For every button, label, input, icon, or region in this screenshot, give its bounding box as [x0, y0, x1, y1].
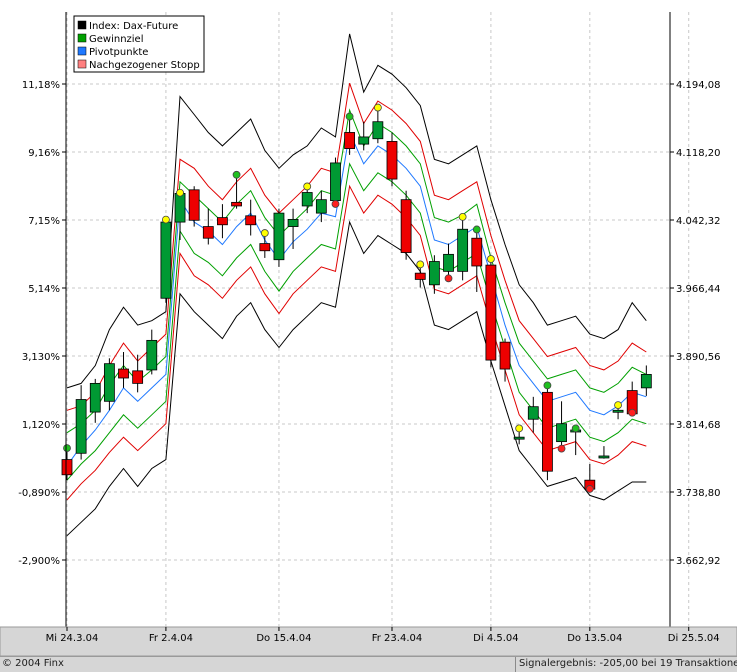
candle-up — [556, 423, 567, 443]
right-tick-label: 4.118,20 — [676, 148, 721, 159]
left-tick-label: -0,890% — [18, 488, 60, 499]
right-tick-label: 3.814,68 — [676, 420, 721, 431]
signal-marker — [515, 424, 524, 433]
signal-marker — [585, 485, 594, 493]
candle-up — [640, 374, 652, 389]
right-tick-label: 3.890,56 — [676, 352, 721, 363]
right-tick-label: 4.194,08 — [676, 80, 721, 91]
signal-marker — [373, 103, 382, 112]
signal-marker — [486, 255, 495, 263]
signal-marker — [416, 260, 425, 269]
candle-up — [75, 399, 87, 454]
signal-marker — [63, 444, 71, 453]
candle-down — [471, 237, 483, 267]
signal-result-panel: Signalergebnis: -205,00 bei 19 Transakti… — [515, 657, 737, 672]
candle-down — [245, 215, 257, 226]
candle-down — [499, 341, 511, 370]
signal-marker — [260, 229, 269, 237]
x-tick-label: Do 13.5.04 — [567, 633, 622, 644]
signal-marker — [345, 112, 354, 121]
right-tick-label: 3.662,92 — [676, 556, 721, 567]
signal-marker — [614, 401, 622, 410]
candle-up — [315, 199, 327, 214]
candle-up — [103, 363, 115, 402]
left-tick-label: 11,18% — [22, 80, 60, 91]
candlestick-chart: 11,18% 4.194,08 9,16% 4.118,20 7,15% 4.042,32… — [0, 0, 737, 657]
signal-marker — [176, 188, 184, 197]
status-bar: © 2004 Finx Signalergebnis: -205,00 bei … — [0, 656, 737, 672]
legend-swatch — [77, 33, 87, 43]
candle-down — [542, 391, 553, 472]
candle-up — [612, 409, 624, 413]
signal-marker — [162, 215, 170, 224]
signal-marker — [571, 424, 580, 433]
candle-down — [132, 370, 144, 384]
legend-label: Gewinnziel — [89, 34, 144, 45]
candle-down — [188, 189, 200, 221]
candle-down — [386, 141, 398, 180]
right-tick-label: 3.738,80 — [676, 488, 721, 499]
left-tick-label: 3,130% — [22, 352, 60, 363]
candle-up — [301, 192, 313, 207]
x-tick-label: Fr 23.4.04 — [372, 633, 422, 644]
signal-marker — [331, 200, 340, 208]
copyright-text: © 2004 Finx — [2, 658, 64, 669]
x-tick-label: Di 25.5.04 — [668, 633, 720, 644]
signal-marker — [628, 408, 637, 417]
candle-down — [61, 459, 73, 476]
legend-label: Index: Dax-Future — [89, 21, 178, 32]
x-tick-label: Mi 24.3.04 — [46, 633, 99, 644]
x-axis-panel — [0, 626, 737, 657]
signal-marker — [303, 182, 312, 191]
candle-up — [287, 218, 299, 227]
x-tick-label: Fr 2.4.04 — [149, 633, 193, 644]
candle-up — [428, 261, 440, 286]
signal-marker — [458, 213, 467, 221]
right-tick-label: 3.966,44 — [676, 284, 721, 295]
signal-marker — [232, 170, 241, 179]
candle-up — [174, 193, 186, 223]
candle-down — [414, 272, 426, 280]
candle-down — [344, 132, 356, 149]
candle-up — [358, 136, 370, 145]
candle-down — [400, 199, 412, 253]
candle-up — [160, 221, 172, 299]
left-tick-label: 9,16% — [28, 148, 60, 159]
legend-label: Pivotpunkte — [89, 47, 148, 58]
legend: Index: Dax-Future Gewinnziel Pivotpunkte Na… — [73, 15, 205, 73]
legend-swatch — [77, 46, 87, 56]
candle-up — [457, 228, 469, 272]
candle-down — [202, 226, 214, 239]
left-tick-label: 5,14% — [28, 284, 60, 295]
left-tick-label: 7,15% — [28, 216, 60, 227]
legend-label: Nachgezogener Stopp — [89, 60, 200, 71]
candle-up — [443, 253, 454, 272]
legend-swatch — [77, 59, 87, 69]
chart-window: 11,18% 4.194,08 9,16% 4.118,20 7,15% 4.042,32… — [0, 0, 737, 672]
x-tick-label: Di 4.5.04 — [473, 633, 518, 644]
candle-up — [273, 212, 285, 261]
legend-swatch — [77, 20, 87, 30]
left-tick-label: -2,900% — [18, 556, 60, 567]
candle-up — [146, 339, 158, 371]
candle-down — [217, 217, 228, 226]
left-tick-label: 1,120% — [22, 420, 60, 431]
right-tick-label: 4.042,32 — [676, 216, 721, 227]
signal-marker — [543, 381, 552, 390]
candle-up — [598, 455, 610, 459]
candle-down — [259, 243, 271, 252]
candle-up — [330, 162, 341, 201]
signal-marker — [472, 225, 481, 234]
candle-up — [89, 382, 101, 413]
candle-down — [118, 368, 129, 379]
candle-up — [513, 436, 525, 440]
candle-down — [485, 264, 497, 361]
candle-down — [231, 201, 242, 207]
signal-marker — [557, 444, 566, 453]
candle-up — [527, 406, 539, 420]
signal-marker — [444, 274, 453, 283]
candle-up — [372, 121, 384, 140]
x-tick-label: Do 15.4.04 — [256, 633, 311, 644]
